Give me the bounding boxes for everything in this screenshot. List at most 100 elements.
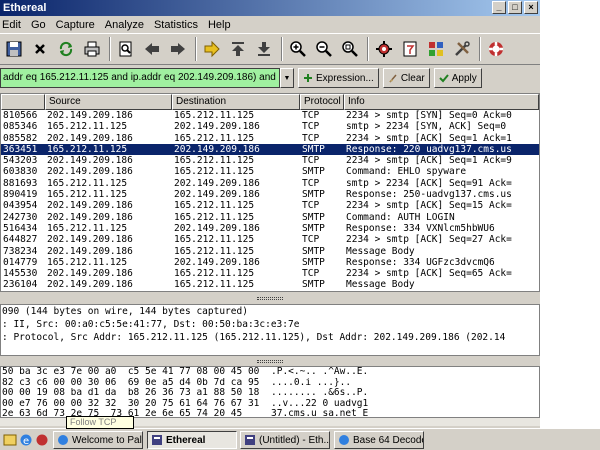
packet-row[interactable]: 236104 202.149.209.186 165.212.11.125 SMTP M… xyxy=(1,279,539,290)
minimize-button[interactable]: _ xyxy=(492,1,506,14)
hex-bytes: 50 ba 3c e3 7e 00 a0 c5 5e 41 77 08 00 4… xyxy=(2,367,260,377)
apply-label: Apply xyxy=(451,72,477,84)
apply-button[interactable]: Apply xyxy=(433,68,482,88)
packet-list-pane[interactable]: Source Destination Protocol Info 810566 2… xyxy=(0,93,540,292)
hex-row[interactable]: 82 c3 c6 00 00 30 06 69 0e a5 d4 0b 7d c… xyxy=(1,378,539,389)
hex-row[interactable]: 00 00 19 08 ba d1 da b8 26 36 73 a1 88 5… xyxy=(1,388,539,399)
packet-row[interactable]: 738234 202.149.209.186 165.212.11.125 SMTP M… xyxy=(1,246,539,257)
internet-explorer-icon[interactable]: e xyxy=(19,433,33,447)
explorer-icon[interactable] xyxy=(3,433,17,447)
detail-row-ip[interactable]: : Protocol, Src Addr: 165.212.11.125 (16… xyxy=(1,331,539,344)
close-file-button[interactable] xyxy=(28,37,52,61)
packet-row[interactable]: 085346 165.212.11.125 202.149.209.186 TCP sm… xyxy=(1,121,539,132)
cell-time: 363451 xyxy=(3,143,38,155)
taskbar-button[interactable]: Ethereal xyxy=(147,431,237,449)
taskbar-button[interactable]: (Untitled) - Eth... xyxy=(240,431,330,449)
filter-dropdown-button[interactable]: ▼ xyxy=(280,68,294,88)
hex-row[interactable]: 00 e7 76 00 00 32 32 30 20 75 61 64 76 6… xyxy=(1,399,539,410)
menu-analyze[interactable]: Analyze xyxy=(100,19,149,31)
packet-row[interactable]: 516434 165.212.11.125 202.149.209.186 SMTP R… xyxy=(1,223,539,234)
cell-info: smtp > 2234 [SYN, ACK] Seq=0 xyxy=(346,121,507,133)
cell-destination: 202.149.209.186 xyxy=(174,256,260,268)
pane-splitter[interactable] xyxy=(0,293,540,303)
cell-info: 2234 > smtp [ACK] Seq=27 Ack= xyxy=(346,234,512,246)
toolbar-separator xyxy=(367,37,369,61)
save-button[interactable] xyxy=(2,37,26,61)
column-header-destination[interactable]: Destination xyxy=(172,94,300,110)
clear-button[interactable]: Clear xyxy=(382,68,430,88)
zoom-normal-button[interactable] xyxy=(338,37,362,61)
cell-source: 165.212.11.125 xyxy=(47,256,128,268)
packet-row[interactable]: 363451 165.212.11.125 202.149.209.186 SMTP R… xyxy=(1,143,539,156)
column-header-protocol[interactable]: Protocol xyxy=(300,94,344,110)
cell-destination: 165.212.11.125 xyxy=(174,155,255,167)
column-header-info[interactable]: Info xyxy=(344,94,539,110)
go-back-button[interactable] xyxy=(140,37,164,61)
cell-info: Response: 334 UGFzc3dvcmQ6 xyxy=(346,256,495,268)
taskbar-button-label: Welcome to Pala... xyxy=(72,434,142,446)
go-forward-button[interactable] xyxy=(166,37,190,61)
packet-row[interactable]: 644827 202.149.209.186 165.212.11.125 TCP 22… xyxy=(1,234,539,245)
cell-protocol: SMTP xyxy=(302,189,325,201)
expression-button[interactable]: Expression... xyxy=(298,68,379,88)
cell-time: 738234 xyxy=(3,245,38,257)
help-button[interactable] xyxy=(484,37,508,61)
svg-text:e: e xyxy=(23,436,29,447)
close-button[interactable]: × xyxy=(524,1,538,14)
menu-go[interactable]: Go xyxy=(26,19,51,31)
tooltip: Follow TCP xyxy=(66,416,134,429)
zoom-in-button[interactable] xyxy=(286,37,310,61)
reload-button[interactable] xyxy=(54,37,78,61)
main-toolbar xyxy=(0,33,540,65)
column-header-source[interactable]: Source xyxy=(45,94,172,110)
packet-row[interactable]: 014779 165.212.11.125 202.149.209.186 SMTP R… xyxy=(1,257,539,268)
cell-protocol: TCP xyxy=(302,268,320,280)
detail-row-ethernet[interactable]: : II, Src: 00:a0:c5:5e:41:77, Dst: 00:50… xyxy=(1,318,539,331)
pane-splitter[interactable] xyxy=(0,356,540,366)
print-button[interactable] xyxy=(80,37,104,61)
cell-source: 165.212.11.125 xyxy=(47,143,128,155)
packet-row[interactable]: 890419 165.212.11.125 202.149.209.186 SMTP R… xyxy=(1,189,539,200)
menu-help[interactable]: Help xyxy=(203,19,236,31)
filter-doc-icon xyxy=(403,41,417,57)
packet-row[interactable]: 543203 202.149.209.186 165.212.11.125 TCP 22… xyxy=(1,155,539,166)
detail-row-frame[interactable]: 090 (144 bytes on wire, 144 bytes captur… xyxy=(1,305,539,318)
cell-protocol: TCP xyxy=(302,200,320,212)
maximize-button[interactable]: □ xyxy=(508,1,522,14)
lifebuoy-icon xyxy=(489,42,503,56)
cell-destination: 165.212.11.125 xyxy=(174,166,255,178)
taskbar-button[interactable]: Welcome to Pala... xyxy=(53,431,143,449)
cell-time: 085346 xyxy=(3,121,38,133)
media-icon[interactable] xyxy=(35,433,49,447)
packet-row[interactable]: 085582 202.149.209.186 165.212.11.125 TCP 22… xyxy=(1,133,539,144)
arrow-up-bar-icon xyxy=(232,42,244,56)
column-header-time[interactable] xyxy=(1,94,45,110)
coloring-rules-button[interactable] xyxy=(424,37,448,61)
hex-row[interactable]: 50 ba 3c e3 7e 00 a0 c5 5e 41 77 08 00 4… xyxy=(1,367,539,378)
packet-row[interactable]: 603830 202.149.209.186 165.212.11.125 SMTP C… xyxy=(1,166,539,177)
packet-bytes-pane[interactable]: 50 ba 3c e3 7e 00 a0 c5 5e 41 77 08 00 4… xyxy=(0,366,540,418)
find-packet-button[interactable] xyxy=(114,37,138,61)
preferences-button[interactable] xyxy=(450,37,474,61)
taskbar-button[interactable]: Base 64 Decoder... xyxy=(334,431,424,449)
zoom-out-button[interactable] xyxy=(312,37,336,61)
hex-ascii: ..v...22 0 uadvg1 xyxy=(271,398,369,409)
first-packet-button[interactable] xyxy=(226,37,250,61)
capture-filters-button[interactable] xyxy=(372,37,396,61)
packet-row[interactable]: 881693 165.212.11.125 202.149.209.186 TCP sm… xyxy=(1,178,539,189)
cell-info: 2234 > smtp [ACK] Seq=15 Ack= xyxy=(346,200,512,212)
display-filters-button[interactable] xyxy=(398,37,422,61)
packet-row[interactable]: 043954 202.149.209.186 165.212.11.125 TCP 22… xyxy=(1,200,539,211)
last-packet-button[interactable] xyxy=(252,37,276,61)
menu-statistics[interactable]: Statistics xyxy=(149,19,203,31)
display-filter-input[interactable]: addr eq 165.212.11.125 and ip.addr eq 20… xyxy=(0,68,280,88)
find-icon xyxy=(119,41,132,57)
packet-row[interactable]: 145530 202.149.209.186 165.212.11.125 TCP 22… xyxy=(1,268,539,279)
packet-row[interactable]: 242730 202.149.209.186 165.212.11.125 SMTP C… xyxy=(1,212,539,223)
cell-time: 543203 xyxy=(3,155,38,167)
packet-row[interactable]: 810566 202.149.209.186 165.212.11.125 TCP 22… xyxy=(1,110,539,121)
menu-capture[interactable]: Capture xyxy=(51,19,100,31)
menu-edit[interactable]: Edit xyxy=(2,19,26,31)
packet-details-pane[interactable]: 090 (144 bytes on wire, 144 bytes captur… xyxy=(0,304,540,356)
go-to-packet-button[interactable] xyxy=(200,37,224,61)
